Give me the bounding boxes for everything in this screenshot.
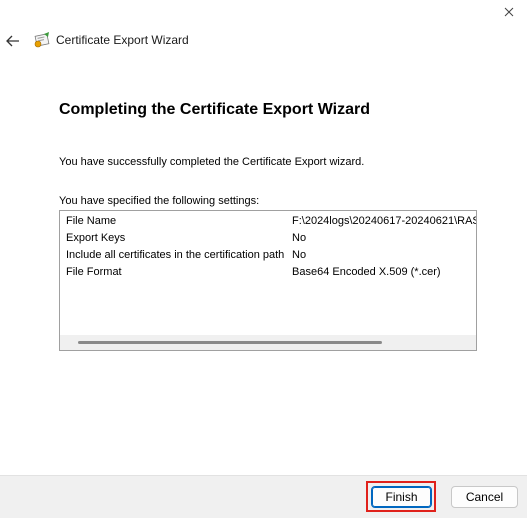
settings-key: Export Keys (66, 232, 126, 244)
success-message: You have successfully completed the Cert… (59, 156, 365, 168)
settings-key: Include all certificates in the certific… (66, 249, 285, 261)
cancel-button-label: Cancel (465, 490, 504, 504)
wizard-titlebar: Certificate Export Wizard (0, 28, 527, 54)
cancel-button[interactable]: Cancel (451, 486, 518, 508)
back-arrow-icon (6, 35, 19, 47)
scrollbar-thumb[interactable] (78, 341, 382, 344)
settings-value: No (292, 232, 307, 244)
page-heading: Completing the Certificate Export Wizard (59, 101, 370, 118)
close-icon (504, 7, 514, 17)
horizontal-scrollbar[interactable] (60, 335, 476, 350)
settings-value: F:\2024logs\20240617-20240621\RAS (292, 215, 477, 227)
window-title: Certificate Export Wizard (56, 33, 189, 47)
certificate-export-wizard-window: Certificate Export Wizard Completing the… (0, 0, 527, 518)
settings-value: Base64 Encoded X.509 (*.cer) (292, 266, 441, 278)
settings-key: File Format (66, 266, 122, 278)
settings-label: You have specified the following setting… (59, 195, 260, 207)
certificate-icon (34, 32, 50, 48)
back-button[interactable] (2, 30, 24, 52)
finish-button[interactable]: Finish (371, 486, 432, 508)
settings-row-export-keys: Export Keys No (60, 230, 476, 247)
settings-rows: File Name F:\2024logs\20240617-20240621\… (60, 213, 476, 281)
settings-row-file-name: File Name F:\2024logs\20240617-20240621\… (60, 213, 476, 230)
settings-row-include-all: Include all certificates in the certific… (60, 247, 476, 264)
settings-list[interactable]: File Name F:\2024logs\20240617-20240621\… (59, 210, 477, 351)
settings-key: File Name (66, 215, 117, 227)
settings-value: No (292, 249, 307, 261)
finish-button-label: Finish (385, 490, 418, 504)
close-button[interactable] (491, 0, 527, 24)
settings-row-file-format: File Format Base64 Encoded X.509 (*.cer) (60, 264, 476, 281)
wizard-footer (0, 475, 527, 518)
